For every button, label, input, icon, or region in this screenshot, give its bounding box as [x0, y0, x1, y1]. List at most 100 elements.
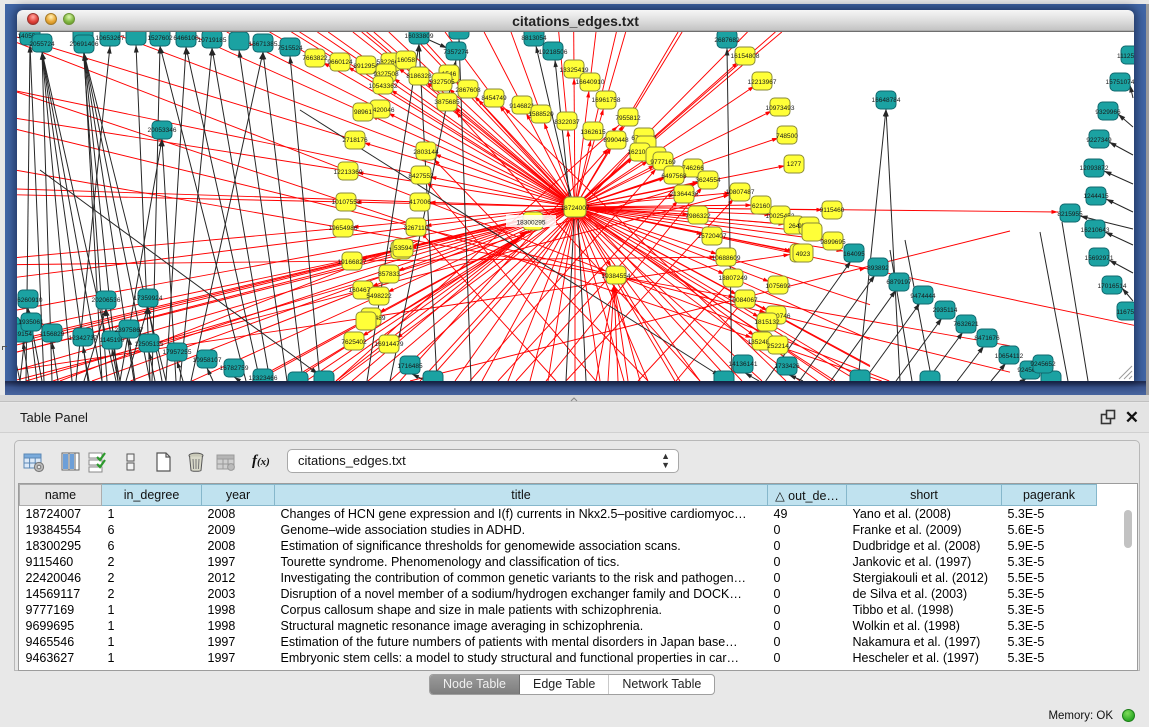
svg-text:1733426: 1733426: [774, 363, 800, 370]
svg-text:17359924: 17359924: [134, 295, 163, 302]
svg-text:16671385: 16671385: [249, 41, 278, 48]
svg-text:7625402: 7625402: [341, 339, 367, 346]
svg-text:19166827: 19166827: [338, 259, 367, 266]
svg-text:7663822: 7663822: [302, 55, 328, 62]
svg-text:252214: 252214: [767, 343, 789, 350]
svg-text:116753: 116753: [1116, 309, 1134, 316]
svg-text:9660124: 9660124: [327, 59, 353, 66]
svg-text:1075692: 1075692: [765, 283, 791, 290]
svg-text:16058: 16058: [397, 57, 415, 64]
svg-text:12505135: 12505135: [135, 341, 164, 348]
svg-text:12323466: 12323466: [249, 375, 278, 381]
svg-text:2867608: 2867608: [455, 87, 481, 94]
svg-text:8427552: 8427552: [408, 173, 434, 180]
svg-text:8471676: 8471676: [974, 335, 1000, 342]
svg-text:10807487: 10807487: [726, 189, 755, 196]
svg-text:1815132: 1815132: [754, 319, 780, 326]
svg-text:62160: 62160: [752, 203, 770, 210]
svg-text:8322037: 8322037: [554, 119, 580, 126]
svg-text:7632621: 7632621: [953, 321, 979, 328]
svg-text:893892: 893892: [867, 265, 889, 272]
svg-text:10543362: 10543362: [369, 83, 398, 90]
svg-text:12213369: 12213369: [334, 169, 363, 176]
svg-text:18300295: 18300295: [517, 220, 546, 227]
svg-text:16961758: 16961758: [592, 97, 621, 104]
svg-text:8912954: 8912954: [353, 63, 379, 70]
svg-text:14136141: 14136141: [729, 361, 758, 368]
svg-text:20053346: 20053346: [148, 127, 177, 134]
svg-text:19654986: 19654986: [329, 225, 358, 232]
svg-text:15720407: 15720407: [698, 233, 727, 240]
svg-text:17957255: 17957255: [163, 349, 192, 356]
svg-text:9227349: 9227349: [1086, 137, 1112, 144]
svg-text:1935061: 1935061: [18, 319, 44, 326]
svg-text:21364436: 21364436: [670, 191, 699, 198]
svg-text:417006: 417006: [409, 199, 431, 206]
svg-text:1362615: 1362615: [580, 129, 606, 136]
svg-text:9474444: 9474444: [910, 293, 936, 300]
svg-text:5498222: 5498222: [366, 293, 392, 300]
svg-text:1156829: 1156829: [40, 331, 65, 338]
svg-text:3267110: 3267110: [404, 225, 429, 232]
svg-text:17016514: 17016514: [1098, 283, 1127, 290]
svg-text:15751074: 15751074: [1106, 79, 1134, 86]
svg-text:1716485: 1716485: [397, 363, 423, 370]
svg-text:9327505: 9327505: [429, 79, 455, 86]
svg-text:1588520: 1588520: [528, 111, 554, 118]
svg-text:10958107: 10958107: [193, 357, 222, 364]
svg-text:11125419: 11125419: [1117, 53, 1134, 60]
svg-text:6879197: 6879197: [886, 279, 912, 286]
svg-text:53594: 53594: [394, 245, 412, 252]
svg-text:9329966: 9329966: [1095, 109, 1121, 116]
svg-text:20206536: 20206536: [92, 297, 121, 304]
svg-text:2935114: 2935114: [933, 307, 958, 314]
svg-text:16914479: 16914479: [375, 341, 404, 348]
svg-text:18724007: 18724007: [561, 205, 590, 212]
svg-text:2718176: 2718176: [342, 137, 368, 144]
svg-text:16648784: 16648784: [872, 97, 901, 104]
svg-text:6497568: 6497568: [661, 173, 687, 180]
svg-text:9899695: 9899695: [820, 239, 846, 246]
svg-text:10107553: 10107553: [332, 199, 361, 206]
svg-text:4923: 4923: [796, 251, 811, 258]
svg-text:9777169: 9777169: [650, 159, 676, 166]
svg-text:7357274: 7357274: [443, 49, 469, 56]
svg-text:10688609: 10688609: [712, 255, 741, 262]
svg-text:2055724: 2055724: [29, 41, 55, 48]
svg-text:748500: 748500: [776, 133, 798, 140]
svg-text:12093872: 12093872: [1080, 165, 1109, 172]
svg-text:16210643: 16210643: [1081, 227, 1110, 234]
svg-text:12213967: 12213967: [748, 79, 777, 86]
svg-text:10719185: 10719185: [198, 37, 227, 44]
svg-text:7986322: 7986322: [685, 213, 711, 220]
svg-text:20691406: 20691406: [70, 41, 99, 48]
svg-text:12342737: 12342737: [69, 335, 98, 342]
svg-text:16154808: 16154808: [731, 53, 760, 60]
svg-text:16640910: 16640910: [576, 79, 605, 86]
svg-text:9084067: 9084067: [732, 297, 758, 304]
svg-text:8990448: 8990448: [603, 137, 629, 144]
svg-text:18807249: 18807249: [719, 275, 748, 282]
svg-text:23975867: 23975867: [115, 327, 144, 334]
svg-text:10653267: 10653267: [96, 35, 125, 42]
svg-text:16782759: 16782759: [220, 365, 249, 372]
svg-text:2803144: 2803144: [413, 149, 439, 156]
svg-text:39154: 39154: [17, 331, 32, 338]
svg-text:8454749: 8454749: [481, 95, 507, 102]
svg-text:6466100: 6466100: [173, 35, 199, 42]
svg-text:1527602: 1527602: [147, 35, 173, 42]
svg-text:164095: 164095: [843, 251, 865, 258]
svg-text:98961: 98961: [354, 109, 372, 116]
svg-text:9115460: 9115460: [820, 207, 845, 214]
svg-text:8186328: 8186328: [406, 73, 432, 80]
svg-text:10654112: 10654112: [995, 353, 1024, 360]
svg-text:7955812: 7955812: [615, 115, 641, 122]
svg-text:1277: 1277: [787, 161, 802, 168]
svg-text:8813054: 8813054: [521, 35, 547, 42]
svg-text:26260910: 26260910: [17, 297, 43, 304]
svg-text:19384554: 19384554: [602, 273, 631, 280]
svg-text:3624554: 3624554: [695, 177, 721, 184]
svg-text:857833: 857833: [378, 271, 400, 278]
svg-text:7515524: 7515524: [277, 45, 303, 52]
svg-text:3875685: 3875685: [434, 99, 460, 106]
